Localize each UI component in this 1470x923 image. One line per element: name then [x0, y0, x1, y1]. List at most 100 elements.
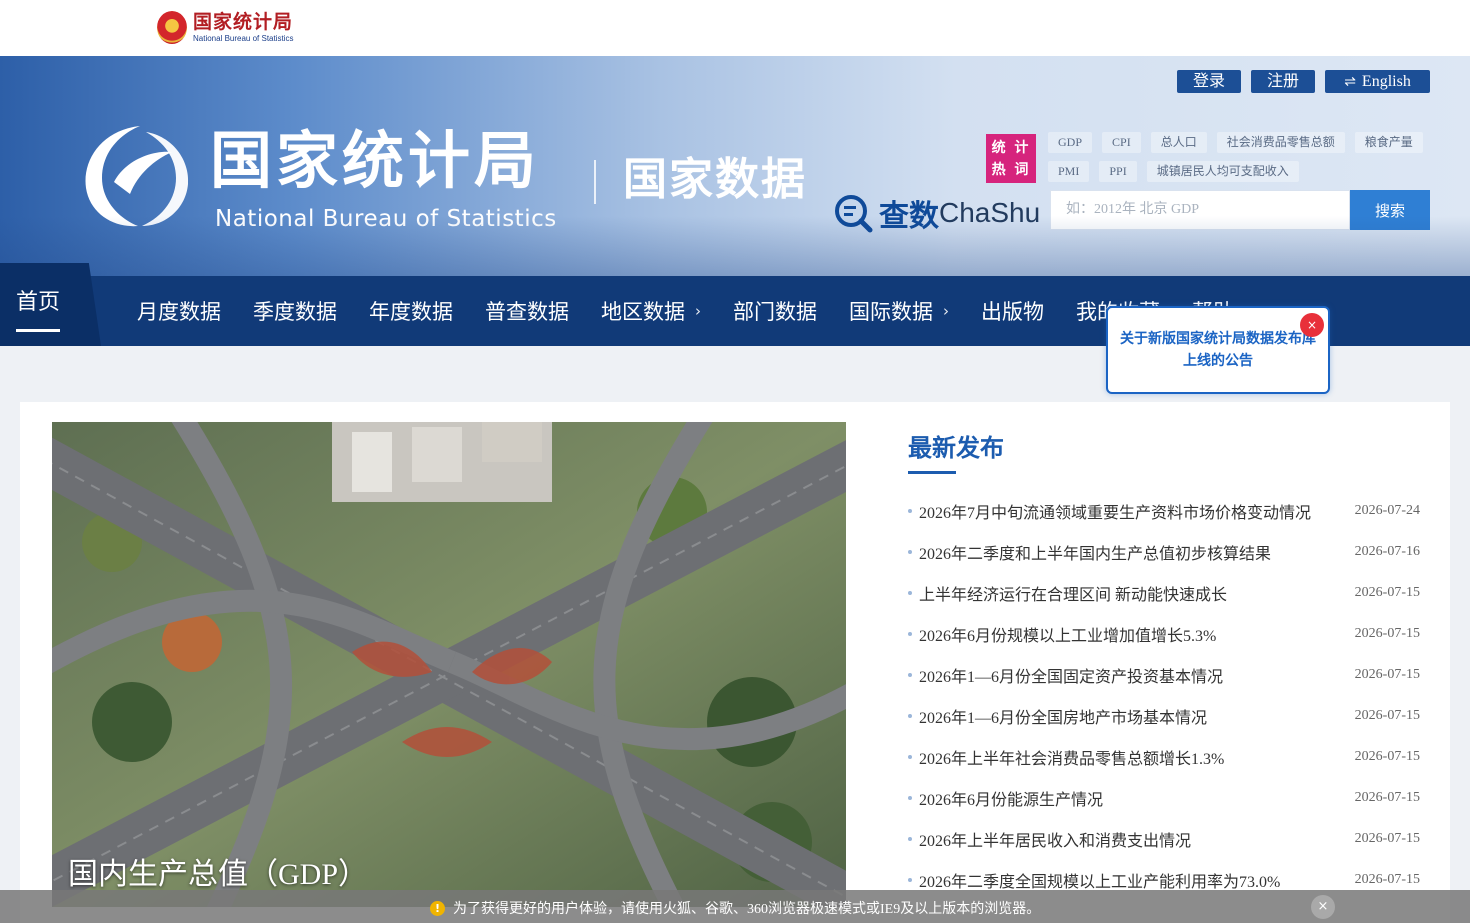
news-title[interactable]: 2026年6月份能源生产情况: [919, 786, 1103, 810]
hot-word-grain-output[interactable]: 粮食产量: [1354, 132, 1423, 153]
nav-active-underline: [16, 329, 60, 332]
news-date: 2026-07-15: [1354, 748, 1420, 764]
hot-word-pmi[interactable]: PMI: [1048, 161, 1090, 182]
hot-word-retail-sales[interactable]: 社会消费品零售总额: [1216, 132, 1345, 153]
bullet-icon: [908, 713, 912, 718]
announcement-text[interactable]: 关于新版国家统计局数据发布库上线的公告: [1118, 328, 1318, 372]
banner: 国家统计局 National Bureau of Statistics 国家数据…: [0, 56, 1470, 276]
nav-item-label: 国际数据: [849, 300, 933, 324]
nav-item-departmental[interactable]: 部门数据: [717, 296, 833, 326]
hot-label-line1: 统 计: [991, 140, 1031, 156]
news-item[interactable]: 2026年上半年社会消费品零售总额增长1.3% 2026-07-15: [908, 736, 1420, 777]
news-list: 2026年7月中旬流通领域重要生产资料市场价格变动情况 2026-07-24 20…: [908, 490, 1420, 900]
news-title[interactable]: 2026年1—6月份全国固定资产投资基本情况: [919, 663, 1223, 687]
title-divider: [594, 160, 596, 204]
top-logo[interactable]: 国家统计局 National Bureau of Statistics: [157, 11, 294, 44]
bullet-icon: [908, 877, 912, 882]
english-label: English: [1361, 73, 1411, 90]
news-title[interactable]: 2026年上半年社会消费品零售总额增长1.3%: [919, 745, 1224, 769]
news-item[interactable]: 2026年6月份能源生产情况 2026-07-15: [908, 777, 1420, 818]
hot-words-row-1: GDP CPI 总人口 社会消费品零售总额 粮食产量: [1048, 132, 1438, 153]
bullet-icon: [908, 672, 912, 677]
nav-item-label: 出版物: [981, 300, 1044, 324]
announcement-popup[interactable]: 关于新版国家统计局数据发布库上线的公告 ×: [1106, 306, 1330, 394]
nav-home-label: 首页: [16, 290, 61, 315]
news-date: 2026-07-15: [1354, 707, 1420, 723]
news-item[interactable]: 2026年1—6月份全国固定资产投资基本情况 2026-07-15: [908, 654, 1420, 695]
latest-releases-title[interactable]: 最新发布: [908, 432, 1420, 466]
chashu-cn: 查数: [879, 199, 939, 234]
search-button[interactable]: 搜索: [1350, 190, 1430, 230]
chashu-en: ChaShu: [939, 197, 1041, 228]
news-date: 2026-07-15: [1354, 625, 1420, 641]
news-date: 2026-07-15: [1354, 830, 1420, 846]
news-item[interactable]: 上半年经济运行在合理区间 新动能快速成长 2026-07-15: [908, 572, 1420, 613]
news-title[interactable]: 2026年6月份规模以上工业增加值增长5.3%: [919, 622, 1216, 646]
news-title[interactable]: 2026年二季度全国规模以上工业产能利用率为73.0%: [919, 868, 1280, 892]
switch-language-icon: ⇌: [1344, 75, 1356, 90]
banner-title-cn: 国家统计局: [210, 124, 541, 197]
nav-home[interactable]: 首页: [0, 263, 101, 346]
nav-item-quarterly[interactable]: 季度数据: [237, 296, 353, 326]
national-emblem-icon: [157, 11, 187, 44]
nav-item-annual[interactable]: 年度数据: [353, 296, 469, 326]
hot-words-label: 统 计 热 词: [986, 134, 1036, 183]
nav-item-label: 年度数据: [369, 300, 453, 324]
nav-item-label: 季度数据: [253, 300, 337, 324]
top-logo-en: National Bureau of Statistics: [193, 33, 294, 43]
bullet-icon: [908, 508, 912, 513]
news-title[interactable]: 上半年经济运行在合理区间 新动能快速成长: [919, 581, 1227, 605]
news-date: 2026-07-15: [1354, 871, 1420, 887]
chashu-logo: 查数 ChaShu: [833, 191, 1040, 235]
hot-words: GDP CPI 总人口 社会消费品零售总额 粮食产量 PMI PPI 城镇居民人…: [1048, 132, 1438, 190]
top-bar: 国家统计局 National Bureau of Statistics: [0, 0, 1470, 56]
news-item[interactable]: 2026年7月中旬流通领域重要生产资料市场价格变动情况 2026-07-24: [908, 490, 1420, 531]
hot-word-ppi[interactable]: PPI: [1099, 161, 1137, 182]
english-button[interactable]: ⇌ English: [1325, 70, 1430, 93]
notice-close-icon[interactable]: ×: [1311, 895, 1335, 919]
bullet-icon: [908, 590, 912, 595]
search-input[interactable]: [1050, 190, 1350, 230]
hot-word-urban-income[interactable]: 城镇居民人均可支配收入: [1146, 161, 1299, 182]
news-item[interactable]: 2026年1—6月份全国房地产市场基本情况 2026-07-15: [908, 695, 1420, 736]
nav-item-regional[interactable]: 地区数据 ›: [585, 296, 717, 326]
register-button[interactable]: 注册: [1251, 70, 1315, 93]
hot-word-gdp[interactable]: GDP: [1048, 132, 1093, 153]
top-logo-cn: 国家统计局: [193, 10, 294, 33]
news-date: 2026-07-15: [1354, 584, 1420, 600]
news-title[interactable]: 2026年二季度和上半年国内生产总值初步核算结果: [919, 540, 1271, 564]
hero-image[interactable]: 国内生产总值（GDP）: [52, 422, 846, 907]
news-title[interactable]: 2026年上半年居民收入和消费支出情况: [919, 827, 1191, 851]
popup-close-icon[interactable]: ×: [1300, 313, 1324, 337]
hot-word-population[interactable]: 总人口: [1150, 132, 1207, 153]
nav-item-census[interactable]: 普查数据: [469, 296, 585, 326]
bullet-icon: [908, 795, 912, 800]
nav-item-label: 地区数据: [601, 300, 685, 324]
news-date: 2026-07-15: [1354, 789, 1420, 805]
news-item[interactable]: 2026年6月份规模以上工业增加值增长5.3% 2026-07-15: [908, 613, 1420, 654]
nav-item-label: 普查数据: [485, 300, 569, 324]
highway-interchange-image: [52, 422, 846, 907]
nbs-logo-icon: [85, 126, 189, 227]
chevron-right-icon: ›: [943, 302, 949, 320]
news-title[interactable]: 2026年1—6月份全国房地产市场基本情况: [919, 704, 1207, 728]
hero-caption[interactable]: 国内生产总值（GDP）: [68, 849, 368, 893]
bullet-icon: [908, 754, 912, 759]
banner-title-en: National Bureau of Statistics: [215, 206, 557, 232]
nav-item-international[interactable]: 国际数据 ›: [833, 296, 965, 326]
news-item[interactable]: 2026年二季度和上半年国内生产总值初步核算结果 2026-07-16: [908, 531, 1420, 572]
nav-item-label: 月度数据: [137, 300, 221, 324]
nav-item-publications[interactable]: 出版物: [965, 296, 1060, 326]
news-date: 2026-07-24: [1354, 502, 1420, 518]
nav-item-monthly[interactable]: 月度数据: [121, 296, 237, 326]
title-underline: [908, 471, 956, 474]
news-title[interactable]: 2026年7月中旬流通领域重要生产资料市场价格变动情况: [919, 499, 1311, 523]
news-date: 2026-07-16: [1354, 543, 1420, 559]
bullet-icon: [908, 836, 912, 841]
latest-releases: 最新发布 2026年7月中旬流通领域重要生产资料市场价格变动情况 2026-07-…: [908, 432, 1420, 900]
hot-word-cpi[interactable]: CPI: [1102, 132, 1141, 153]
hot-label-line2: 热 词: [991, 162, 1031, 178]
login-button[interactable]: 登录: [1177, 70, 1241, 93]
bullet-icon: [908, 549, 912, 554]
news-item[interactable]: 2026年上半年居民收入和消费支出情况 2026-07-15: [908, 818, 1420, 859]
